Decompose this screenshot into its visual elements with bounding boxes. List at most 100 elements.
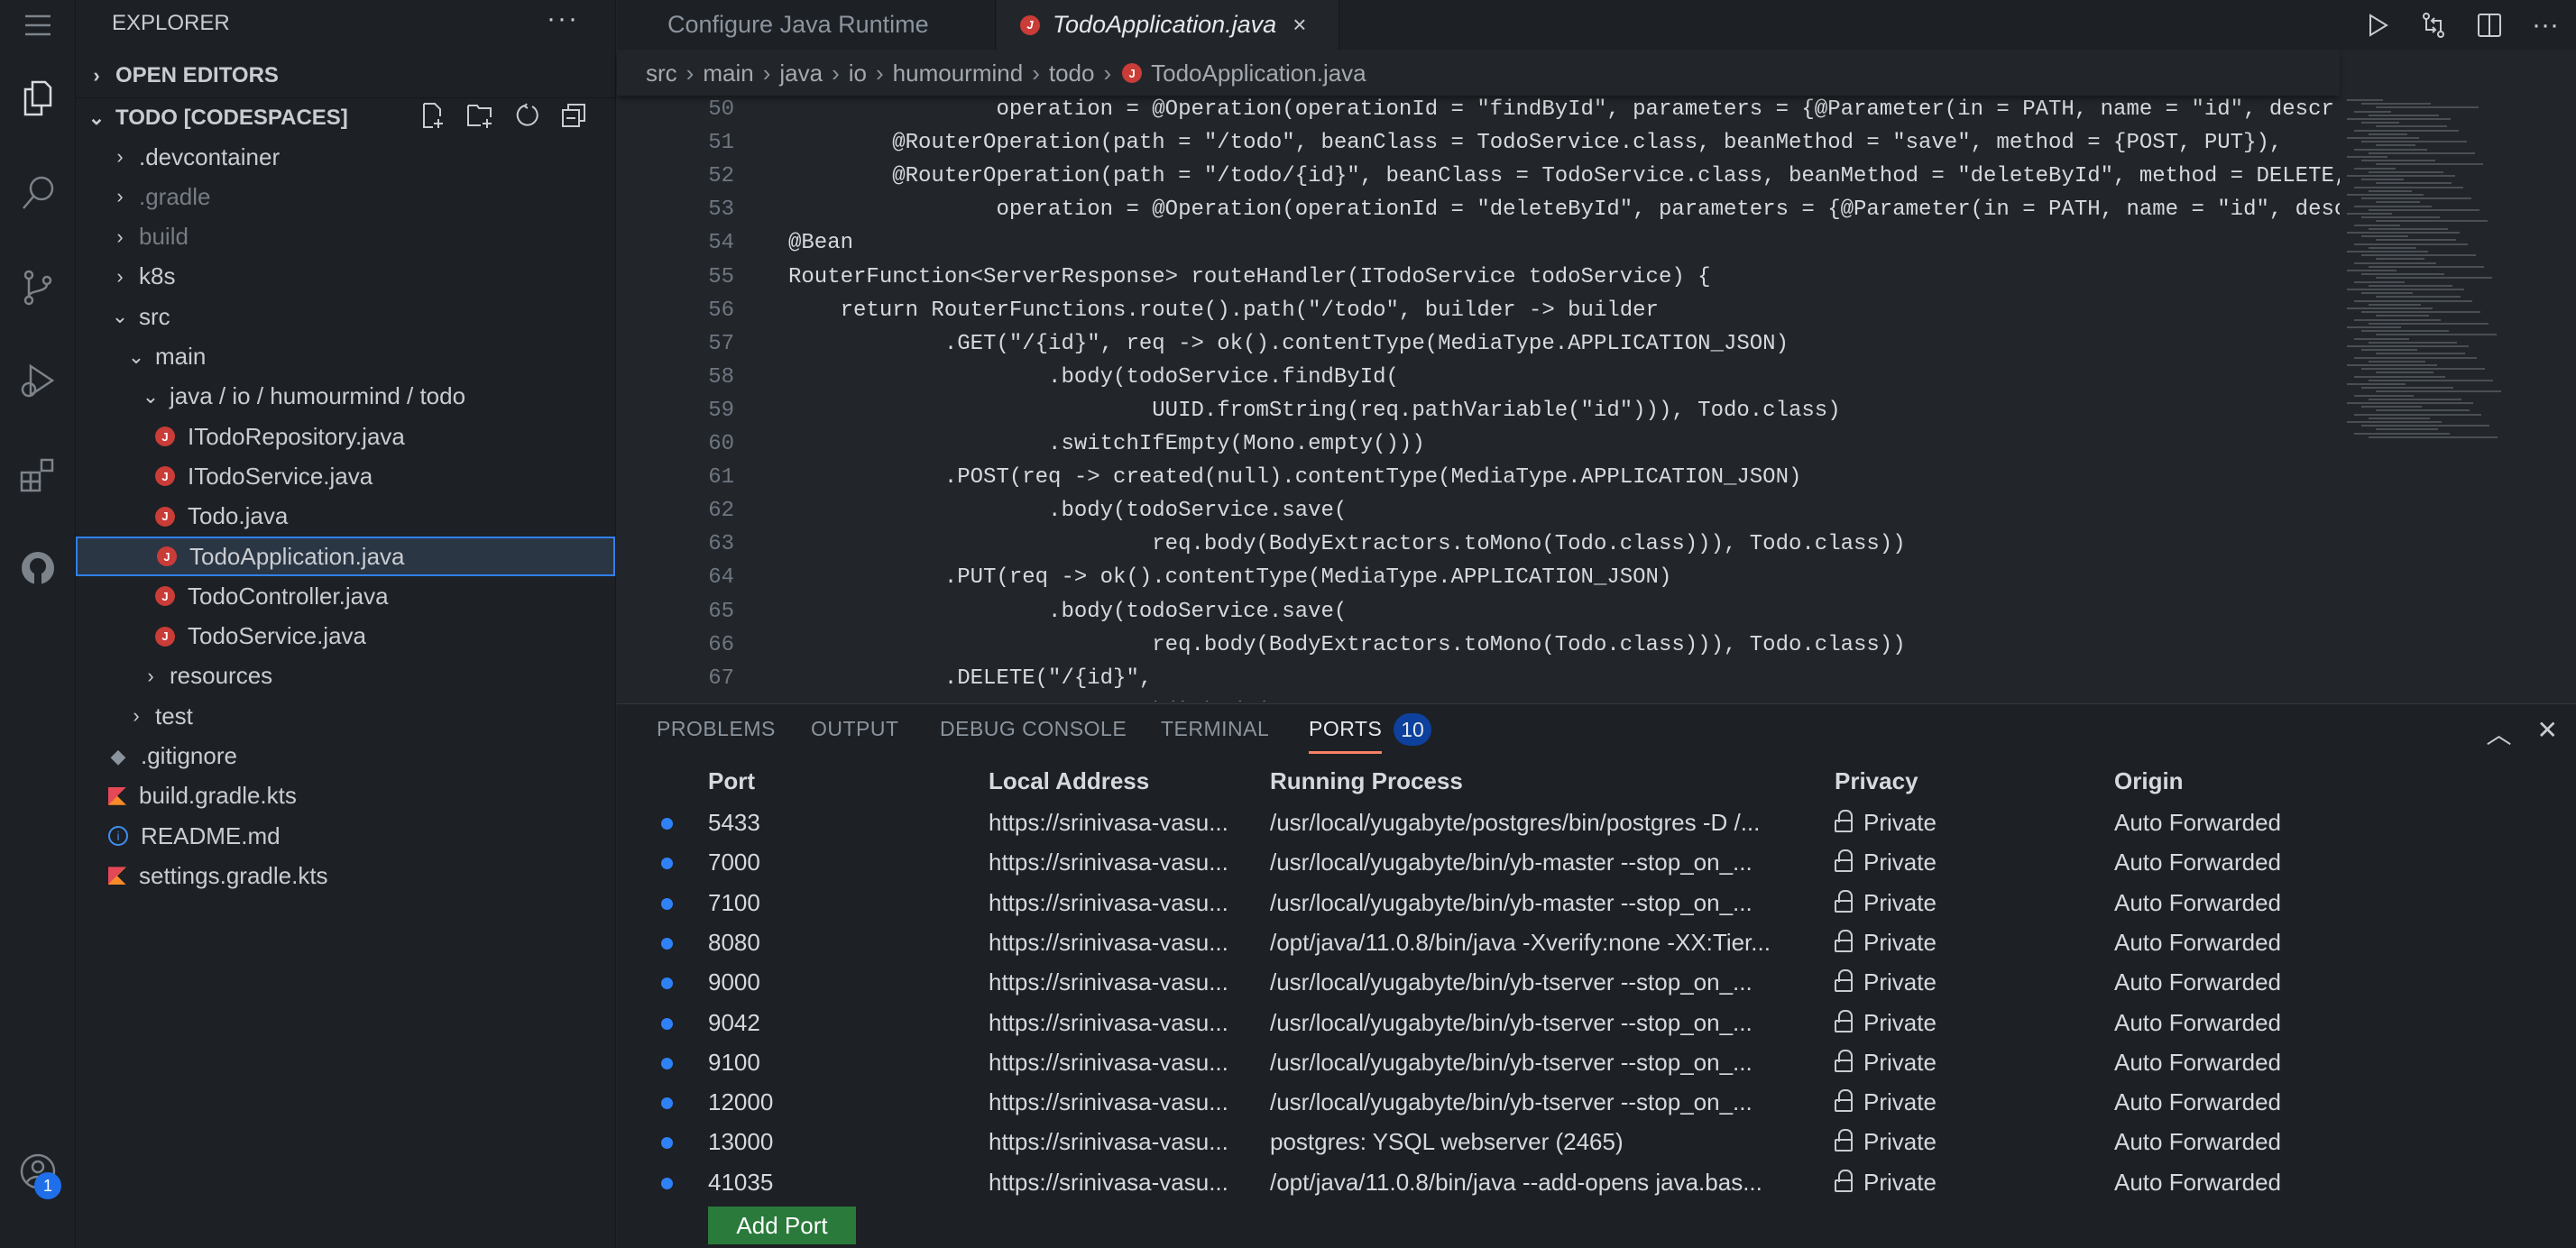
tree-item[interactable]: › .devcontainer	[76, 137, 615, 177]
tab-output[interactable]: OUTPUT	[811, 717, 899, 741]
tree-item[interactable]: i README.md	[76, 816, 615, 856]
code-line: 56 return RouterFunctions.route().path("…	[617, 294, 2340, 327]
breadcrumb-item[interactable]: java	[779, 60, 823, 87]
port-origin: Auto Forwarded	[2114, 849, 2281, 876]
collapse-all-icon[interactable]	[559, 101, 588, 130]
new-folder-icon[interactable]	[465, 101, 494, 130]
port-privacy: Private	[1835, 1128, 1937, 1156]
cell-text: Auto Forwarded	[2114, 809, 2281, 836]
more-actions-icon[interactable]: ···	[2529, 9, 2562, 41]
more-actions-icon[interactable]: ···	[547, 4, 579, 34]
minimap-line	[2347, 270, 2397, 271]
github-icon[interactable]	[13, 543, 63, 593]
port-process: /opt/java/11.0.8/bin/java -Xverify:none …	[1270, 929, 1771, 957]
port-row[interactable]: 41035 https://srinivasa-vasu... /opt/java/…	[617, 1161, 2576, 1201]
breadcrumb-item[interactable]: src	[646, 60, 677, 87]
minimap-line	[2361, 349, 2417, 352]
column-origin[interactable]: Origin	[2114, 767, 2184, 795]
code-editor[interactable]: 50 operation = @Operation(operationId = …	[617, 50, 2340, 702]
minimap-line	[2376, 390, 2501, 393]
port-row[interactable]: 9000 https://srinivasa-vasu... /usr/local/…	[617, 961, 2576, 1001]
code-line: 58 .body(todoService.findById(	[617, 361, 2340, 394]
tree-item[interactable]: build.gradle.kts	[76, 776, 615, 816]
code-text: operation = @Operation(operationId = "fi…	[788, 97, 2334, 122]
minimap-line	[2376, 220, 2488, 223]
chevron-right-icon: ›	[1103, 59, 1112, 87]
menu-icon[interactable]	[13, 0, 63, 50]
tree-item[interactable]: J TodoApplication.java	[76, 537, 615, 576]
port-row[interactable]: 13000 https://srinivasa-vasu... postgres: …	[617, 1121, 2576, 1161]
tree-item[interactable]: J TodoController.java	[76, 576, 615, 616]
refresh-icon[interactable]	[512, 101, 541, 130]
minimap-line	[2361, 179, 2404, 181]
open-editors-section[interactable]: › OPEN EDITORS	[76, 56, 615, 96]
port-row[interactable]: 5433 https://srinivasa-vasu... /usr/local/…	[617, 802, 2576, 841]
new-file-icon[interactable]	[419, 101, 447, 130]
column-running-process[interactable]: Running Process	[1270, 767, 1463, 795]
minimap[interactable]	[2340, 96, 2502, 703]
minimap-line	[2361, 122, 2399, 124]
minimap-line	[2354, 205, 2432, 207]
code-line: 61 .POST(req -> created(null).contentTyp…	[617, 461, 2340, 494]
tree-item[interactable]: J ITodoService.java	[76, 456, 615, 496]
tree-item[interactable]: ⌄ java / io / humourmind / todo	[76, 377, 615, 417]
java-file-icon: J	[155, 427, 175, 447]
tree-item-label: build.gradle.kts	[139, 782, 297, 810]
compare-changes-icon[interactable]	[2417, 9, 2450, 41]
tree-item[interactable]: › k8s	[76, 257, 615, 297]
close-panel-icon[interactable]: ✕	[2537, 715, 2558, 751]
split-editor-icon[interactable]	[2473, 9, 2506, 41]
tab-terminal[interactable]: TERMINAL	[1161, 717, 1269, 741]
source-control-icon[interactable]	[13, 262, 63, 313]
port-row[interactable]: 8080 https://srinivasa-vasu... /opt/java/1…	[617, 922, 2576, 961]
breadcrumb-item[interactable]: todo	[1049, 60, 1095, 87]
tree-item[interactable]: settings.gradle.kts	[76, 856, 615, 895]
tree-item[interactable]: J TodoService.java	[76, 617, 615, 656]
close-icon[interactable]: ×	[1293, 11, 1306, 39]
column-privacy[interactable]: Privacy	[1835, 767, 1918, 795]
cell-text: 9100	[708, 1048, 760, 1076]
chevron-right-icon: ›	[116, 145, 124, 168]
run-debug-icon[interactable]	[13, 355, 63, 406]
tab-ports[interactable]: PORTS	[1309, 717, 1383, 754]
files-icon[interactable]	[13, 73, 63, 124]
port-row[interactable]: 9100 https://srinivasa-vasu... /usr/local/…	[617, 1042, 2576, 1081]
port-row[interactable]: 12000 https://srinivasa-vasu... /usr/local…	[617, 1081, 2576, 1121]
tree-item[interactable]: › build	[76, 217, 615, 257]
add-port-button[interactable]: Add Port	[708, 1207, 856, 1244]
port-port: 8080	[708, 929, 760, 957]
run-icon[interactable]	[2361, 9, 2394, 41]
code-text: @RouterOperation(path = "/todo", beanCla…	[788, 131, 2283, 156]
column-port[interactable]: Port	[708, 767, 755, 795]
tree-item[interactable]: J ITodoRepository.java	[76, 417, 615, 456]
breadcrumb-item[interactable]: main	[703, 60, 753, 87]
lock-icon	[1835, 1009, 1853, 1032]
tab-todo-application[interactable]: J TodoApplication.java ×	[997, 0, 1339, 50]
port-row[interactable]: 7100 https://srinivasa-vasu... /usr/local/…	[617, 882, 2576, 922]
tree-item[interactable]: › resources	[76, 656, 615, 696]
extensions-icon[interactable]	[13, 449, 63, 500]
port-row[interactable]: 7000 https://srinivasa-vasu... /usr/local/…	[617, 841, 2576, 881]
chevron-right-icon: ›	[685, 59, 695, 87]
breadcrumb-item[interactable]: humourmind	[893, 60, 1024, 87]
tree-item[interactable]: ⌄ src	[76, 297, 615, 336]
cell-text: /usr/local/yugabyte/bin/yb-tserver --sto…	[1270, 968, 1753, 996]
breadcrumb-item[interactable]: TodoApplication.java	[1151, 60, 1366, 87]
tab-problems[interactable]: PROBLEMS	[657, 717, 776, 741]
code-text: .switchIfEmpty(Mono.empty()))	[788, 432, 1425, 456]
tree-item[interactable]: ⌄ main	[76, 337, 615, 377]
breadcrumb-item[interactable]: io	[849, 60, 867, 87]
minimap-line	[2354, 148, 2427, 151]
tab-configure-java-runtime[interactable]: Configure Java Runtime	[617, 0, 996, 50]
tree-item[interactable]: ◆ .gitignore	[76, 737, 615, 776]
port-process: postgres: YSQL webserver (2465)	[1270, 1128, 1624, 1156]
tree-item[interactable]: › test	[76, 696, 615, 736]
maximize-panel-icon[interactable]: ︿	[2487, 715, 2512, 751]
search-icon[interactable]	[13, 167, 63, 217]
cell-text: 9042	[708, 1008, 760, 1036]
column-local-address[interactable]: Local Address	[989, 767, 1149, 795]
tree-item[interactable]: J Todo.java	[76, 497, 615, 537]
tab-debug-console[interactable]: DEBUG CONSOLE	[940, 717, 1127, 741]
tree-item[interactable]: › .gradle	[76, 177, 615, 216]
port-row[interactable]: 9042 https://srinivasa-vasu... /usr/local/…	[617, 1002, 2576, 1042]
